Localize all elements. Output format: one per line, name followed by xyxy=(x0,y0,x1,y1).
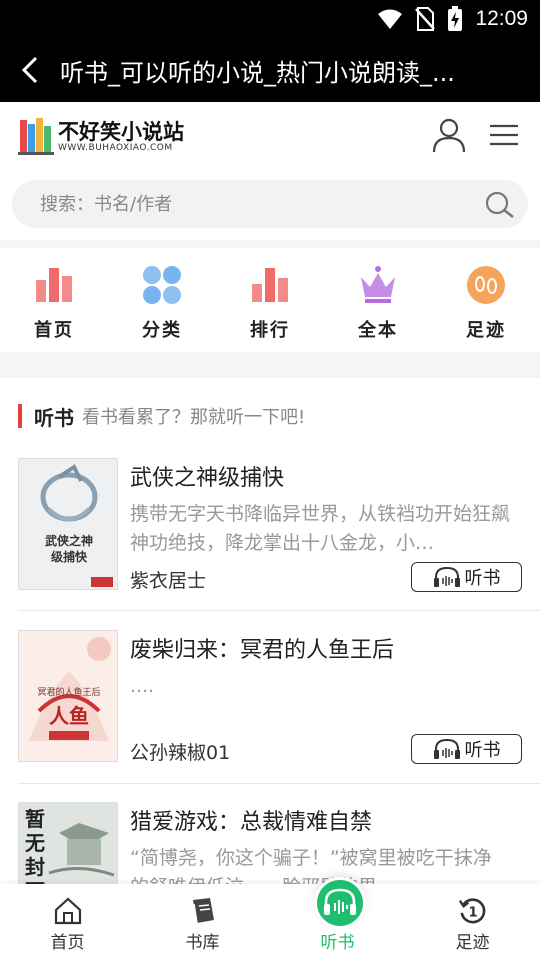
category-nav: 首页 分类 排行 全本 足迹 xyxy=(0,248,540,352)
section-heading: 听书 看书看累了？那就听一下吧! xyxy=(18,402,305,430)
book-title[interactable]: 猎爱游戏：总裁情难自禁 xyxy=(130,804,372,836)
nav-item-complete[interactable]: 全本 xyxy=(324,248,432,352)
bottom-tab-bar: 首页 书库 听书 1 足迹 xyxy=(0,884,540,960)
tab-history[interactable]: 1 足迹 xyxy=(405,884,540,960)
page-title: 听书_可以听的小说_热门小说朗读_... xyxy=(60,58,455,87)
book-author: 紫衣居士 xyxy=(130,570,207,592)
section-accent-bar xyxy=(18,404,22,428)
listen-label: 听书 xyxy=(464,568,501,589)
section-title: 听书 xyxy=(34,405,74,430)
battery-charging-icon xyxy=(448,6,463,31)
book-item[interactable]: 人鱼 冥君的人鱼王后 废柴归来：冥君的人鱼王后 .... 公孙辣椒01 听书 xyxy=(18,630,522,800)
status-bar: 12:09 xyxy=(0,0,540,38)
headphones-icon xyxy=(433,566,460,587)
site-header: 不好笑小说站 WWW.BUHAOXIAO.COM xyxy=(0,102,540,166)
cover-art-icon xyxy=(40,464,113,587)
book-cover[interactable]: 武侠之神级捕快 xyxy=(18,458,118,590)
logo-books-icon xyxy=(18,118,54,155)
crown-icon xyxy=(357,264,399,306)
cover-title: 冥君的人鱼王后 xyxy=(37,688,101,698)
section-subtitle: 看书看累了？那就听一下吧! xyxy=(82,407,306,428)
tab-label: 听书 xyxy=(320,933,355,953)
divider xyxy=(0,352,540,378)
search-button[interactable] xyxy=(484,190,516,220)
logo-url: WWW.BUHAOXIAO.COM xyxy=(58,143,173,153)
tab-label: 足迹 xyxy=(455,933,490,953)
search-bar xyxy=(12,180,528,228)
nav-item-ranking[interactable]: 排行 xyxy=(216,248,324,352)
listen-button[interactable]: 听书 xyxy=(411,562,522,592)
grid-dots-icon xyxy=(141,264,183,306)
nav-label: 首页 xyxy=(34,320,74,341)
wifi-icon xyxy=(378,9,403,29)
nav-label: 全本 xyxy=(358,320,398,341)
clock: 12:09 xyxy=(475,7,528,30)
listen-button[interactable]: 听书 xyxy=(411,734,522,764)
ranking-icon xyxy=(249,264,291,306)
user-icon xyxy=(432,118,466,153)
divider xyxy=(18,610,540,611)
book-description: .... xyxy=(130,675,155,697)
tab-home[interactable]: 首页 xyxy=(0,884,135,960)
tab-label: 书库 xyxy=(185,933,220,953)
nav-item-footprint[interactable]: 足迹 xyxy=(432,248,540,352)
nav-label: 足迹 xyxy=(466,320,506,341)
home-icon xyxy=(53,896,83,926)
book-item[interactable]: 武侠之神级捕快 武侠之神级捕快 携带无字天书降临异世界，从铁裆功开始狂飙神功绝技… xyxy=(18,458,522,628)
book-description: 携带无字天书降临异世界，从铁裆功开始狂飙神功绝技，降龙掌出十八金龙，小… xyxy=(130,503,510,554)
menu-icon xyxy=(490,124,518,146)
nav-item-category[interactable]: 分类 xyxy=(108,248,216,352)
nav-label: 分类 xyxy=(142,320,182,341)
svg-text:人鱼: 人鱼 xyxy=(49,704,89,728)
user-button[interactable] xyxy=(430,116,468,154)
search-icon xyxy=(485,191,514,218)
title-bar: 听书_可以听的小说_热门小说朗读_... xyxy=(0,38,540,102)
footprint-icon xyxy=(465,264,507,306)
listen-label: 听书 xyxy=(464,740,501,761)
bar-chart-icon xyxy=(33,264,75,306)
cover-title: 武侠之神级捕快 xyxy=(44,534,93,564)
logo-text: 不好笑小说站 xyxy=(58,120,184,144)
svg-text:1: 1 xyxy=(468,906,477,921)
history-icon: 1 xyxy=(458,896,488,926)
site-logo[interactable]: 不好笑小说站 WWW.BUHAOXIAO.COM xyxy=(18,114,184,158)
no-sim-icon xyxy=(415,7,436,31)
nav-item-home[interactable]: 首页 xyxy=(0,248,108,352)
headphones-icon xyxy=(324,888,356,915)
book-cover[interactable]: 人鱼 冥君的人鱼王后 xyxy=(18,630,118,762)
chevron-left-icon xyxy=(21,56,38,84)
book-title[interactable]: 武侠之神级捕快 xyxy=(130,460,284,492)
divider xyxy=(18,783,540,784)
book-author: 公孙辣椒01 xyxy=(130,742,231,764)
listen-tab-button[interactable] xyxy=(314,877,366,929)
book-title[interactable]: 废柴归来：冥君的人鱼王后 xyxy=(130,632,394,664)
book-icon xyxy=(188,896,218,926)
divider xyxy=(0,240,540,248)
back-button[interactable] xyxy=(0,38,60,102)
headphones-icon xyxy=(433,738,460,759)
menu-button[interactable] xyxy=(486,120,522,150)
tab-library[interactable]: 书库 xyxy=(135,884,270,960)
nav-label: 排行 xyxy=(250,320,290,341)
tab-label: 首页 xyxy=(50,933,85,953)
search-input[interactable] xyxy=(40,180,460,228)
